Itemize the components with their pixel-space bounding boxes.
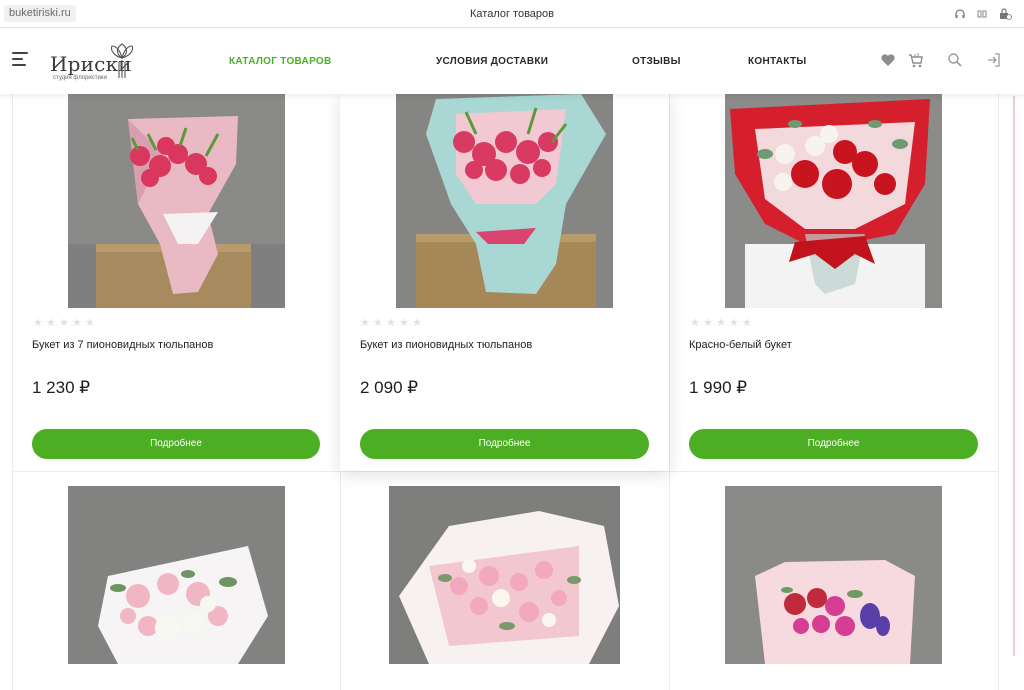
nav-catalog[interactable]: КАТАЛОГ ТОВАРОВ [229, 56, 332, 67]
product-photo[interactable] [68, 94, 285, 308]
logo[interactable]: Ириски студия флористики [50, 38, 140, 84]
product-card[interactable]: ★ ★ ★ ★ ★ Букет из 7 пионовидных тюльпанов 1… [13, 94, 339, 471]
product-name[interactable]: Букет из пионовидных тюльпанов [360, 339, 532, 351]
search-icon[interactable] [947, 52, 963, 68]
product-card[interactable] [670, 472, 998, 690]
tab-title: Каталог товаров [470, 8, 554, 20]
star-icon: ★ [729, 317, 739, 329]
site-header: Ириски студия флористики КАТАЛОГ ТОВАРОВ… [0, 28, 1024, 94]
menu-icon[interactable] [12, 52, 28, 66]
product-price: 1 230 ₽ [32, 378, 91, 397]
star-icon: ★ [59, 317, 69, 329]
product-name[interactable]: Букет из 7 пионовидных тюльпанов [32, 339, 213, 351]
product-photo[interactable] [725, 486, 942, 664]
product-price: 2 090 ₽ [360, 378, 419, 397]
star-icon: ★ [703, 317, 713, 329]
product-name[interactable]: Красно-белый букет [689, 339, 792, 351]
page-edge [1013, 96, 1015, 656]
product-photo[interactable] [725, 94, 942, 308]
browser-icons [954, 7, 1012, 20]
star-icon: ★ [690, 317, 700, 329]
star-icon: ★ [742, 317, 752, 329]
product-photo[interactable] [396, 94, 613, 308]
product-card[interactable]: ★ ★ ★ ★ ★ Красно-белый букет 1 990 ₽ Подробн… [670, 94, 998, 471]
nav-contacts[interactable]: КОНТАКТЫ [748, 56, 806, 67]
login-icon[interactable] [986, 52, 1002, 68]
product-card[interactable]: ★ ★ ★ ★ ★ Букет из пионовидных тюльпанов 2 0… [340, 94, 669, 471]
star-icon: ★ [386, 317, 396, 329]
rating-stars: ★ ★ ★ ★ ★ [360, 317, 422, 329]
product-photo[interactable] [68, 486, 285, 664]
star-icon: ★ [33, 317, 43, 329]
headphones-icon[interactable] [954, 7, 966, 19]
nav-delivery[interactable]: УСЛОВИЯ ДОСТАВКИ [436, 56, 548, 67]
rating-stars: ★ ★ ★ ★ ★ [33, 317, 95, 329]
reader-icon[interactable] [976, 7, 988, 19]
star-icon: ★ [72, 317, 82, 329]
product-photo[interactable] [389, 486, 620, 664]
product-card[interactable] [13, 472, 339, 690]
details-button[interactable]: Подробнее [689, 429, 978, 459]
star-icon: ★ [399, 317, 409, 329]
product-grid: ★ ★ ★ ★ ★ Букет из 7 пионовидных тюльпанов 1… [12, 94, 999, 690]
nav-reviews[interactable]: ОТЗЫВЫ [632, 56, 681, 67]
star-icon: ★ [46, 317, 56, 329]
heart-icon[interactable] [880, 52, 896, 68]
browser-bar: buketiriski.ru Каталог товаров [0, 0, 1024, 28]
details-button[interactable]: Подробнее [360, 429, 649, 459]
star-icon: ★ [360, 317, 370, 329]
cart-icon[interactable] [908, 52, 924, 68]
lock-icon[interactable] [998, 7, 1012, 20]
star-icon: ★ [85, 317, 95, 329]
iris-logo-icon [110, 43, 134, 78]
star-icon: ★ [373, 317, 383, 329]
star-icon: ★ [412, 317, 422, 329]
rating-stars: ★ ★ ★ ★ ★ [690, 317, 752, 329]
product-price: 1 990 ₽ [689, 378, 748, 397]
product-card[interactable] [341, 472, 668, 690]
details-button[interactable]: Подробнее [32, 429, 320, 459]
star-icon: ★ [716, 317, 726, 329]
logo-tagline: студия флористики [53, 75, 107, 81]
